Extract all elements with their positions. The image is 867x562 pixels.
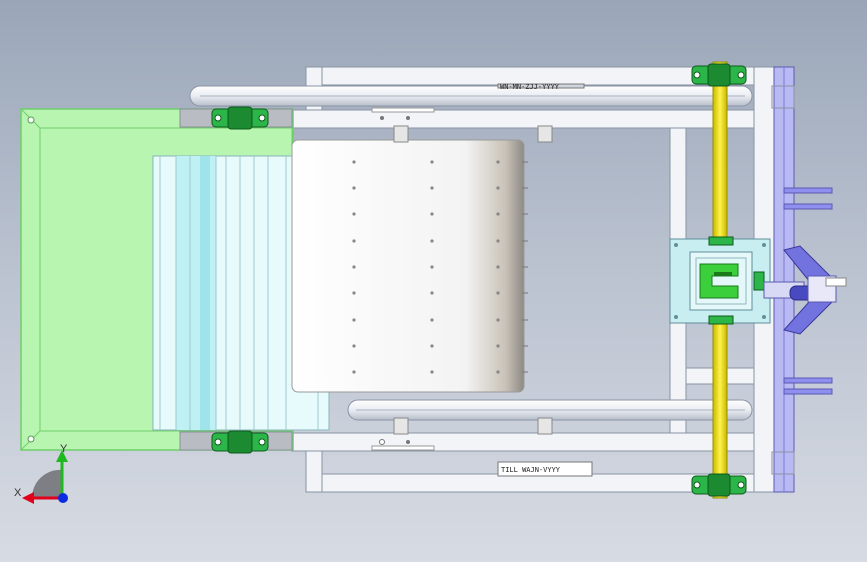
coordinate-triad: Y X: [14, 443, 68, 504]
bearing-bottom-left: [211, 430, 269, 454]
x-axis-label: X: [14, 487, 22, 499]
nameplate-bottom: TILL WAJN-VYYY: [501, 466, 561, 474]
nameplate-bottom-group: TILL WAJN-VYYY: [497, 461, 593, 477]
drum-roller: [291, 107, 553, 451]
bearing-top-right: [691, 63, 747, 87]
side-bracket: [763, 66, 847, 493]
y-axis-label: Y: [60, 443, 68, 455]
bearing-top-left: [211, 106, 269, 130]
bearing-bottom-right: [691, 473, 747, 497]
top-belt: WN-MN-ZJJ-YYYY: [189, 83, 753, 107]
nameplate-top: WN-MN-ZJJ-YYYY: [500, 83, 560, 91]
z-axis-dot: [58, 493, 68, 503]
assembly-drawing: WN-MN-ZJJ-YYYY TILL WAJN-VYYY Y X: [14, 61, 847, 504]
bottom-belt: [347, 399, 753, 421]
gearbox: [669, 236, 771, 325]
cad-viewport[interactable]: WN-MN-ZJJ-YYYY TILL WAJN-VYYY Y X: [0, 0, 867, 562]
